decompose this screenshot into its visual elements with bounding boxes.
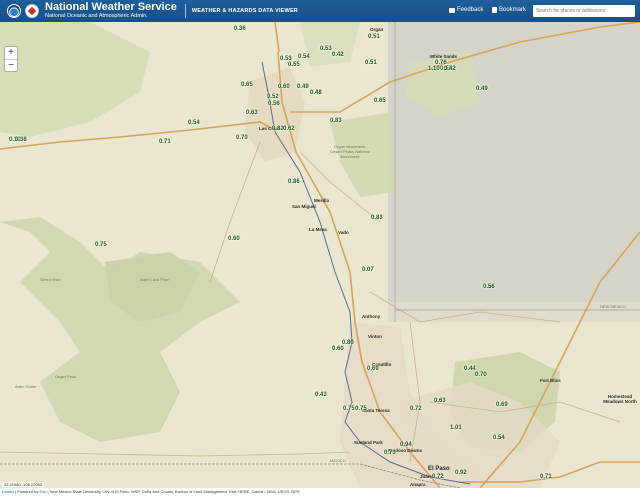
precip-observation[interactable]: 0.69	[367, 366, 379, 372]
precip-observation[interactable]: 0.75	[95, 242, 107, 248]
site-subtitle: National Oceanic and Atmospheric Admin.	[45, 13, 148, 20]
precip-observation[interactable]: 0.71	[540, 474, 552, 480]
place-label: Homestead Meadows North	[603, 394, 637, 404]
place-label: La Mesa	[309, 227, 327, 232]
attribution-bar: Leaflet | Powered by Esri | New Mexico S…	[0, 488, 640, 496]
precip-observation[interactable]: 0.38	[15, 137, 27, 143]
bookmark-label: Bookmark	[499, 7, 527, 13]
precip-observation[interactable]: 0.83	[330, 118, 342, 124]
place-label: Mesilla	[314, 198, 330, 203]
place-label: Anthony	[362, 314, 381, 319]
precip-observation[interactable]: 0.71	[159, 139, 171, 145]
viewer-title: WEATHER & HAZARDS DATA VIEWER	[191, 8, 298, 14]
nws-logo-icon[interactable]	[25, 4, 39, 18]
precip-observation[interactable]: 0.53	[320, 46, 332, 52]
precip-observation[interactable]: 0.51	[365, 60, 377, 66]
zoom-out-button[interactable]: −	[5, 59, 17, 71]
place-label: Anapra	[410, 482, 426, 487]
precip-observation[interactable]: 0.55	[288, 62, 300, 68]
powered-by-text: | Powered by	[14, 489, 40, 494]
feedback-icon	[449, 7, 455, 13]
precip-observation[interactable]: 0.83	[371, 215, 383, 221]
precip-observation[interactable]: 0.65	[374, 98, 386, 104]
precip-observation[interactable]: 0.94	[400, 442, 412, 448]
place-label: Sunland Park	[354, 440, 383, 445]
precip-observation[interactable]: 0.51	[368, 34, 380, 40]
map-view[interactable]: + − Organ White Sands Las Cruces Mesilla…	[0, 22, 640, 488]
bookmark-button[interactable]: Bookmark	[492, 7, 526, 13]
precip-observation[interactable]: 0.54	[188, 120, 200, 126]
precip-observation[interactable]: 1.10	[428, 66, 440, 72]
place-label: White Sands	[430, 54, 458, 59]
precip-observation[interactable]: 0.54	[493, 435, 505, 441]
precip-observation[interactable]: 0.75	[355, 406, 367, 412]
precip-observation[interactable]: 0.83	[272, 126, 284, 132]
precip-observation[interactable]: 0.60	[332, 346, 344, 352]
precip-observation[interactable]: 0.54	[298, 54, 310, 60]
place-label: Vado	[338, 230, 349, 235]
precip-observation[interactable]: 0.49	[297, 84, 309, 90]
search-input[interactable]	[533, 5, 635, 17]
precip-observation[interactable]: 0.73	[384, 450, 396, 456]
place-label: Vinton	[368, 334, 382, 339]
place-label: El Paso	[428, 466, 450, 472]
precip-observation[interactable]: 0.42	[332, 52, 344, 58]
place-label: Organ	[370, 27, 384, 32]
precip-observation[interactable]: 0.49	[476, 86, 488, 92]
precip-observation[interactable]: 0.65	[241, 82, 253, 88]
header-divider	[184, 4, 186, 18]
place-label: MEXICO	[330, 458, 346, 463]
site-title: National Weather Service	[45, 1, 177, 14]
precip-observation[interactable]: 0.63	[246, 110, 258, 116]
place-label: Sierra Vista	[40, 277, 61, 282]
precip-observation[interactable]: 0.43	[315, 392, 327, 398]
precip-observation[interactable]: 0.69	[496, 402, 508, 408]
feedback-label: Feedback	[457, 7, 484, 13]
precip-observation[interactable]: 0.86	[288, 179, 300, 185]
precip-observation[interactable]: 0.60	[228, 236, 240, 242]
precip-observation[interactable]: 0.60	[278, 84, 290, 90]
precip-observation[interactable]: 0.44	[464, 366, 476, 372]
precip-observation[interactable]: 0.56	[483, 284, 495, 290]
precip-observation[interactable]: 0.07	[362, 267, 374, 273]
precip-observation[interactable]: 0.62	[283, 126, 295, 132]
zoom-in-button[interactable]: +	[5, 47, 17, 59]
zoom-control: + −	[4, 46, 18, 72]
place-label: Organ Mountains-Desert Peaks National Mo…	[330, 144, 370, 159]
place-label: Fort Bliss	[540, 378, 561, 383]
precip-observation[interactable]: 0.70	[236, 135, 248, 141]
place-label: San Miguel	[292, 204, 316, 209]
brand: National Weather Service National Oceani…	[45, 2, 177, 20]
attribution-credits: | New Mexico State University, City of E…	[46, 489, 300, 494]
app-header: National Weather Service National Oceani…	[0, 0, 640, 22]
precip-observation[interactable]: 0.36	[234, 26, 246, 32]
leaflet-link[interactable]: Leaflet	[2, 489, 14, 494]
precip-observation[interactable]: 0.52	[267, 94, 279, 100]
precip-observation[interactable]: 0.70	[475, 372, 487, 378]
precip-observation[interactable]: 0.75	[343, 406, 355, 412]
precip-observation[interactable]: 0.56	[268, 101, 280, 107]
place-label: Organ Peak	[55, 374, 77, 379]
coordinate-readout: 32.21580 -106.22063	[2, 482, 45, 487]
precip-observation[interactable]: 1.01	[450, 425, 462, 431]
place-label: NEW MEXICO	[600, 304, 627, 309]
noaa-logo-icon[interactable]	[7, 4, 21, 18]
precip-observation[interactable]: 0.92	[455, 470, 467, 476]
place-label: Aden Crater	[15, 384, 37, 389]
bookmark-icon	[492, 7, 497, 13]
feedback-button[interactable]: Feedback	[449, 7, 483, 13]
place-label: Aden Lava Flow	[140, 277, 169, 282]
precip-observation[interactable]: 0.63	[434, 398, 446, 404]
precip-observation[interactable]: 0.42	[444, 66, 456, 72]
precip-observation[interactable]: 0.72	[410, 406, 422, 412]
precip-observation[interactable]: 0.48	[310, 90, 322, 96]
precip-observation[interactable]: 0.72	[432, 474, 444, 480]
